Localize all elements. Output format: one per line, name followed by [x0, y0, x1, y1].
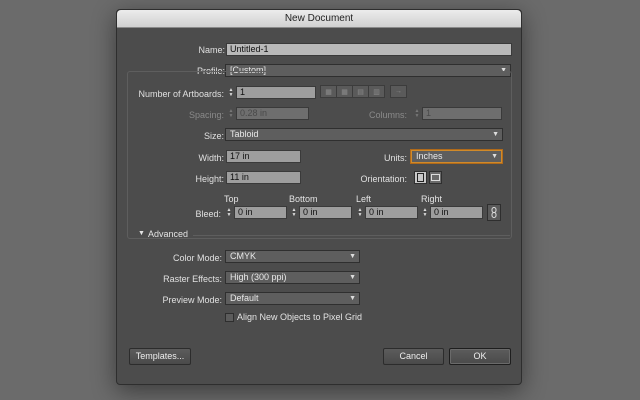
arrow-right-icon: →	[395, 88, 402, 95]
preview-mode-label: Preview Mode:	[162, 295, 222, 305]
grid-by-column-icon[interactable]: ▦	[336, 85, 353, 98]
advanced-label[interactable]: Advanced	[148, 229, 188, 239]
bleed-top-input[interactable]: 0 in	[234, 206, 287, 219]
bleed-label: Bleed:	[195, 209, 221, 219]
width-input[interactable]: 17 in	[226, 150, 301, 163]
units-label: Units:	[383, 153, 407, 163]
portrait-orientation-button[interactable]	[414, 171, 427, 184]
spin-down-icon: ▼	[228, 112, 234, 119]
spin-down-icon: ▼	[226, 211, 232, 218]
cancel-button[interactable]: Cancel	[383, 348, 444, 365]
size-label: Size:	[203, 131, 224, 141]
spin-down-icon: ▼	[414, 112, 420, 119]
bleed-left-label: Left	[356, 194, 372, 204]
name-label: Name:	[198, 45, 225, 55]
bleed-right-input[interactable]: 0 in	[430, 206, 483, 219]
color-mode-label: Color Mode:	[172, 253, 222, 263]
bleed-right-label: Right	[421, 194, 443, 204]
chevron-down-icon: ▼	[349, 253, 356, 260]
raster-effects-dropdown[interactable]: High (300 ppi) ▼	[225, 271, 360, 284]
width-label: Width:	[198, 153, 224, 163]
link-bleed-button[interactable]	[487, 204, 501, 221]
bleed-left-input[interactable]: 0 in	[365, 206, 418, 219]
size-value: Tabloid	[230, 129, 259, 139]
color-mode-dropdown[interactable]: CMYK ▼	[225, 250, 360, 263]
spin-down-icon: ▼	[357, 211, 363, 218]
advanced-divider	[193, 235, 510, 236]
grid-by-row-icon[interactable]: ▦	[320, 85, 337, 98]
templates-button[interactable]: Templates...	[129, 348, 191, 365]
artboards-label: Number of Artboards:	[138, 89, 224, 99]
bleed-right-stepper[interactable]: ▲ ▼	[421, 206, 429, 219]
bleed-bottom-input[interactable]: 0 in	[299, 206, 352, 219]
arrange-by-column-icon[interactable]: ▥	[368, 85, 385, 98]
bleed-bottom-stepper[interactable]: ▲ ▼	[290, 206, 298, 219]
right-to-left-layout-icon[interactable]: →	[390, 85, 407, 98]
name-input[interactable]: Untitled-1	[226, 43, 512, 56]
bleed-top-stepper[interactable]: ▲ ▼	[225, 206, 233, 219]
ok-button[interactable]: OK	[449, 348, 511, 365]
chevron-down-icon: ▼	[491, 153, 498, 160]
chevron-down-icon: ▼	[349, 295, 356, 302]
dialog-title: New Document	[117, 10, 521, 28]
artboards-input[interactable]: 1	[236, 86, 316, 99]
raster-effects-value: High (300 ppi)	[230, 272, 287, 282]
spin-down-icon: ▼	[291, 211, 297, 218]
preview-mode-value: Default	[230, 293, 259, 303]
raster-effects-label: Raster Effects:	[163, 274, 222, 284]
artboards-stepper[interactable]: ▲ ▼	[227, 86, 235, 99]
color-mode-value: CMYK	[230, 251, 257, 261]
new-document-dialog: New Document Name: Untitled-1 Profile: […	[116, 9, 522, 385]
spacing-input[interactable]: 0.28 in	[236, 107, 309, 120]
pixel-grid-label[interactable]: Align New Objects to Pixel Grid	[237, 312, 362, 322]
columns-stepper[interactable]: ▲ ▼	[413, 107, 421, 120]
height-label: Height:	[195, 174, 224, 184]
advanced-disclosure-icon[interactable]: ▼	[138, 230, 145, 237]
spin-down-icon: ▼	[228, 91, 234, 98]
size-dropdown[interactable]: Tabloid ▼	[225, 128, 503, 141]
bleed-top-label: Top	[224, 194, 239, 204]
columns-label: Columns:	[368, 110, 407, 120]
orientation-label: Orientation:	[360, 174, 407, 184]
landscape-orientation-button[interactable]	[429, 171, 442, 184]
units-value: Inches	[416, 151, 443, 161]
bleed-bottom-label: Bottom	[289, 194, 318, 204]
preview-mode-dropdown[interactable]: Default ▼	[225, 292, 360, 305]
landscape-icon	[431, 174, 440, 181]
arrange-by-row-icon[interactable]: ▤	[352, 85, 369, 98]
units-dropdown[interactable]: Inches ▼	[411, 150, 502, 163]
chevron-down-icon: ▼	[349, 274, 356, 281]
portrait-icon	[417, 173, 424, 182]
chain-link-icon	[491, 207, 497, 218]
spin-down-icon: ▼	[422, 211, 428, 218]
columns-input[interactable]: 1	[422, 107, 502, 120]
spacing-label: Spacing:	[188, 110, 224, 120]
pixel-grid-checkbox[interactable]	[225, 313, 234, 322]
chevron-down-icon: ▼	[492, 131, 499, 138]
spacing-stepper[interactable]: ▲ ▼	[227, 107, 235, 120]
bleed-left-stepper[interactable]: ▲ ▼	[356, 206, 364, 219]
height-input[interactable]: 11 in	[226, 171, 301, 184]
